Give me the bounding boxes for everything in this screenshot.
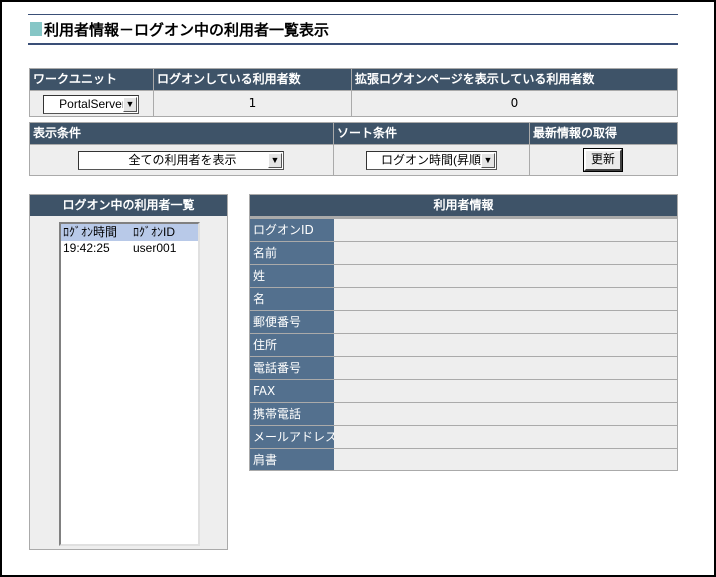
user-info-header: 利用者情報: [250, 195, 677, 216]
field-value-title: [334, 449, 677, 470]
field-label-fax: FAX: [250, 380, 334, 402]
list-item-id: user001: [133, 241, 177, 255]
field-label-phone: 電話番号: [250, 357, 334, 379]
chevron-down-icon[interactable]: ▼: [481, 153, 495, 168]
display-condition-cell: 全ての利用者を表示 ▼: [30, 145, 333, 175]
page-title: 利用者情報－ログオン中の利用者一覧表示: [44, 21, 330, 39]
display-condition-header: 表示条件: [30, 123, 333, 144]
field-label-first-name: 名: [250, 288, 334, 310]
refresh-button[interactable]: 更新: [583, 148, 623, 172]
list-item[interactable]: 19:42:25 user001: [61, 241, 198, 257]
refresh-cell: 更新: [530, 145, 677, 175]
field-value-logon-id: [334, 219, 677, 241]
field-label-mobile: 携帯電話: [250, 403, 334, 425]
user-listbox[interactable]: ﾛｸﾞｵﾝ時間 ﾛｸﾞｵﾝID 19:42:25 user001: [59, 222, 200, 546]
extended-page-count: 0: [352, 91, 677, 116]
work-unit-select-value: PortalServer: [59, 97, 126, 111]
work-unit-select[interactable]: PortalServer ▼: [43, 95, 139, 114]
display-condition-select[interactable]: 全ての利用者を表示 ▼: [78, 151, 284, 170]
page-title-bar: 利用者情報－ログオン中の利用者一覧表示: [28, 14, 678, 45]
field-label-logon-id: ログオンID: [250, 219, 334, 241]
work-unit-header: ワークユニット: [30, 69, 153, 90]
field-label-postal-code: 郵便番号: [250, 311, 334, 333]
field-value-phone: [334, 357, 677, 379]
work-unit-cell: PortalServer ▼: [30, 91, 153, 116]
user-list-header: ログオン中の利用者一覧: [30, 195, 227, 216]
field-value-address: [334, 334, 677, 356]
column-logon-id: ﾛｸﾞｵﾝID: [133, 225, 176, 239]
field-label-last-name: 姓: [250, 265, 334, 287]
sort-condition-select-value: ログオン時間(昇順): [381, 153, 485, 167]
field-label-email: メールアドレス: [250, 426, 334, 448]
logged-on-count-header: ログオンしている利用者数: [154, 69, 351, 90]
field-value-first-name: [334, 288, 677, 310]
display-condition-select-value: 全ての利用者を表示: [128, 153, 237, 167]
refresh-header: 最新情報の取得: [530, 123, 677, 144]
field-value-postal-code: [334, 311, 677, 333]
field-value-email: [334, 426, 677, 448]
sort-condition-header: ソート条件: [334, 123, 529, 144]
field-value-name: [334, 242, 677, 264]
title-marker: [30, 22, 42, 36]
window-frame: 利用者情報－ログオン中の利用者一覧表示 ワークユニット ログオンしている利用者数…: [0, 0, 716, 577]
extended-page-count-header: 拡張ログオンページを表示している利用者数: [352, 69, 677, 90]
column-logon-time: ﾛｸﾞｵﾝ時間: [63, 225, 118, 239]
field-label-title: 肩書: [250, 449, 334, 470]
field-label-name: 名前: [250, 242, 334, 264]
user-info-table: 利用者情報 ログオンID 名前 姓 名 郵便番号 住所 電話番号 FAX 携帯電…: [249, 194, 678, 471]
field-label-address: 住所: [250, 334, 334, 356]
user-list-column-header: ﾛｸﾞｵﾝ時間 ﾛｸﾞｵﾝID: [61, 224, 198, 241]
field-value-mobile: [334, 403, 677, 425]
logged-on-count: 1: [154, 91, 351, 116]
sort-condition-cell: ログオン時間(昇順) ▼: [334, 145, 529, 175]
list-item-time: 19:42:25: [63, 241, 110, 255]
sort-condition-select[interactable]: ログオン時間(昇順) ▼: [366, 151, 497, 170]
field-value-fax: [334, 380, 677, 402]
user-list-panel: ログオン中の利用者一覧 ﾛｸﾞｵﾝ時間 ﾛｸﾞｵﾝID 19:42:25 use…: [29, 194, 228, 550]
chevron-down-icon[interactable]: ▼: [123, 97, 137, 112]
field-value-last-name: [334, 265, 677, 287]
chevron-down-icon[interactable]: ▼: [268, 153, 282, 168]
